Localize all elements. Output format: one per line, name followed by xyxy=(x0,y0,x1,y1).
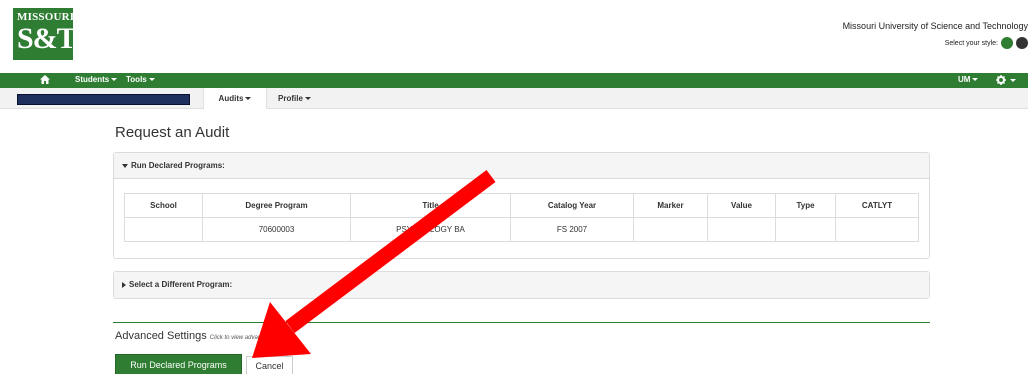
table-cell xyxy=(707,217,776,242)
column-header: Title xyxy=(350,193,511,218)
main-navbar: Students Tools UM xyxy=(0,73,1028,88)
column-header: Value xyxy=(707,193,776,218)
chevron-down-icon xyxy=(1010,78,1017,82)
table-cell xyxy=(775,217,836,242)
divider xyxy=(113,322,930,323)
um-menu[interactable]: UM xyxy=(958,75,979,84)
um-label: UM xyxy=(958,75,971,84)
chevron-down-icon xyxy=(972,78,979,82)
redacted-student-name xyxy=(17,94,190,105)
settings-menu[interactable] xyxy=(996,75,1017,85)
cancel-button[interactable]: Cancel xyxy=(246,356,293,374)
table-cell: FS 2007 xyxy=(510,217,634,242)
declared-programs-panel: Run Declared Programs: School Degree Pro… xyxy=(113,152,930,259)
advanced-settings-toggle[interactable]: Advanced Settings Click to view advanced… xyxy=(115,330,294,342)
students-menu[interactable]: Students xyxy=(75,75,118,84)
column-header: CATLYT xyxy=(835,193,919,218)
style-label: Select your style: xyxy=(944,39,998,47)
tools-label: Tools xyxy=(126,75,147,84)
gear-icon xyxy=(996,75,1008,85)
table-cell xyxy=(835,217,919,242)
declared-programs-header[interactable]: Run Declared Programs: xyxy=(114,153,929,179)
table-cell xyxy=(633,217,708,242)
column-header: Degree Program xyxy=(202,193,351,218)
logo-line2: S&T xyxy=(17,22,77,55)
chevron-down-icon xyxy=(148,78,155,82)
table-header-row: School Degree Program Title Catalog Year… xyxy=(124,193,919,218)
declared-programs-label: Run Declared Programs: xyxy=(131,161,225,170)
home-icon[interactable] xyxy=(40,75,50,86)
different-program-header[interactable]: Select a Different Program: xyxy=(114,272,929,298)
chevron-down-icon xyxy=(111,78,118,82)
chevron-down-icon xyxy=(304,97,311,101)
tools-menu[interactable]: Tools xyxy=(126,75,155,84)
table-cell xyxy=(124,217,203,242)
caret-right-icon xyxy=(122,281,126,288)
page: MISSOURI S&T Missouri University of Scie… xyxy=(0,0,1028,374)
column-header: Catalog Year xyxy=(510,193,634,218)
profile-label: Profile xyxy=(278,94,303,103)
missouri-st-logo[interactable]: MISSOURI S&T xyxy=(13,8,77,60)
table-row[interactable]: 70600003 PSYCHOLOGY BA FS 2007 xyxy=(124,217,919,242)
column-header: Type xyxy=(775,193,836,218)
table-cell: 70600003 xyxy=(202,217,351,242)
tab-audits[interactable]: Audits xyxy=(203,88,267,109)
table-cell: PSYCHOLOGY BA xyxy=(350,217,511,242)
programs-table: School Degree Program Title Catalog Year… xyxy=(124,193,919,242)
different-program-panel: Select a Different Program: xyxy=(113,271,930,299)
advanced-settings-label: Advanced Settings xyxy=(115,330,207,342)
students-label: Students xyxy=(75,75,110,84)
audits-label: Audits xyxy=(218,94,244,103)
different-program-label: Select a Different Program: xyxy=(129,280,233,289)
column-header: School xyxy=(124,193,203,218)
university-name: Missouri University of Science and Techn… xyxy=(842,21,1028,31)
column-header: Marker xyxy=(633,193,708,218)
chevron-down-icon xyxy=(245,97,252,101)
advanced-settings-hint: Click to view advanced options. xyxy=(209,335,294,341)
green-style-swatch[interactable] xyxy=(1001,37,1013,49)
page-title: Request an Audit xyxy=(115,124,230,141)
run-declared-programs-button[interactable]: Run Declared Programs xyxy=(115,354,242,374)
tab-profile[interactable]: Profile xyxy=(278,88,311,109)
dark-style-swatch[interactable] xyxy=(1016,37,1028,49)
style-selector: Select your style: xyxy=(945,36,1028,50)
caret-down-icon xyxy=(122,163,128,168)
